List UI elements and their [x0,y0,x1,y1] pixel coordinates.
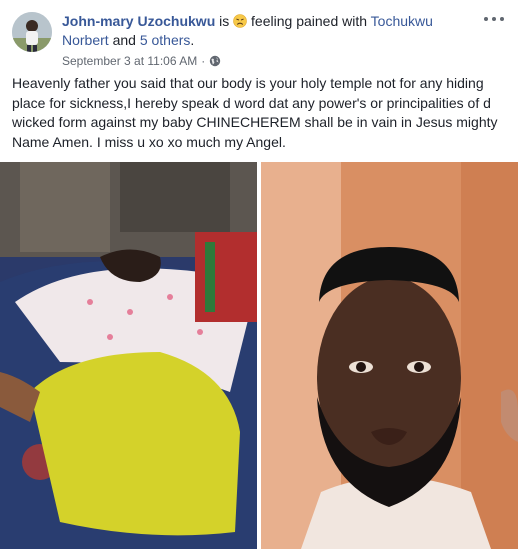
others-link[interactable]: 5 others [140,32,191,48]
pained-face-emoji-icon [233,14,247,28]
is-word: is [219,13,230,29]
more-dot-2 [492,17,496,21]
post-date[interactable]: September 3 at 11:06 AM [62,54,197,68]
and-word: and [112,32,136,48]
trailing-period: . [190,32,195,48]
post-photo-man-portrait[interactable] [261,162,518,549]
author-avatar[interactable] [12,12,52,52]
more-dot-3 [500,17,504,21]
feeling-text: feeling pained with [251,13,368,29]
post-body-text: Heavenly father you said that our body i… [12,75,498,150]
facebook-post: John-mary Uzochukwu is feeling pained wi… [0,0,518,549]
globe-icon[interactable] [209,55,221,67]
post-header: John-mary Uzochukwu is feeling pained wi… [62,12,482,50]
more-dot-1 [484,17,488,21]
more-options-icon[interactable] [484,12,504,26]
avatar-image [12,12,52,52]
photo-image-left [0,162,257,549]
author-name[interactable]: John-mary Uzochukwu [62,13,215,29]
meta-separator: · [201,54,206,68]
post-meta: September 3 at 11:06 AM · [62,54,221,68]
photo-image-right [261,162,518,549]
post-photo-sleeping-child[interactable] [0,162,257,549]
